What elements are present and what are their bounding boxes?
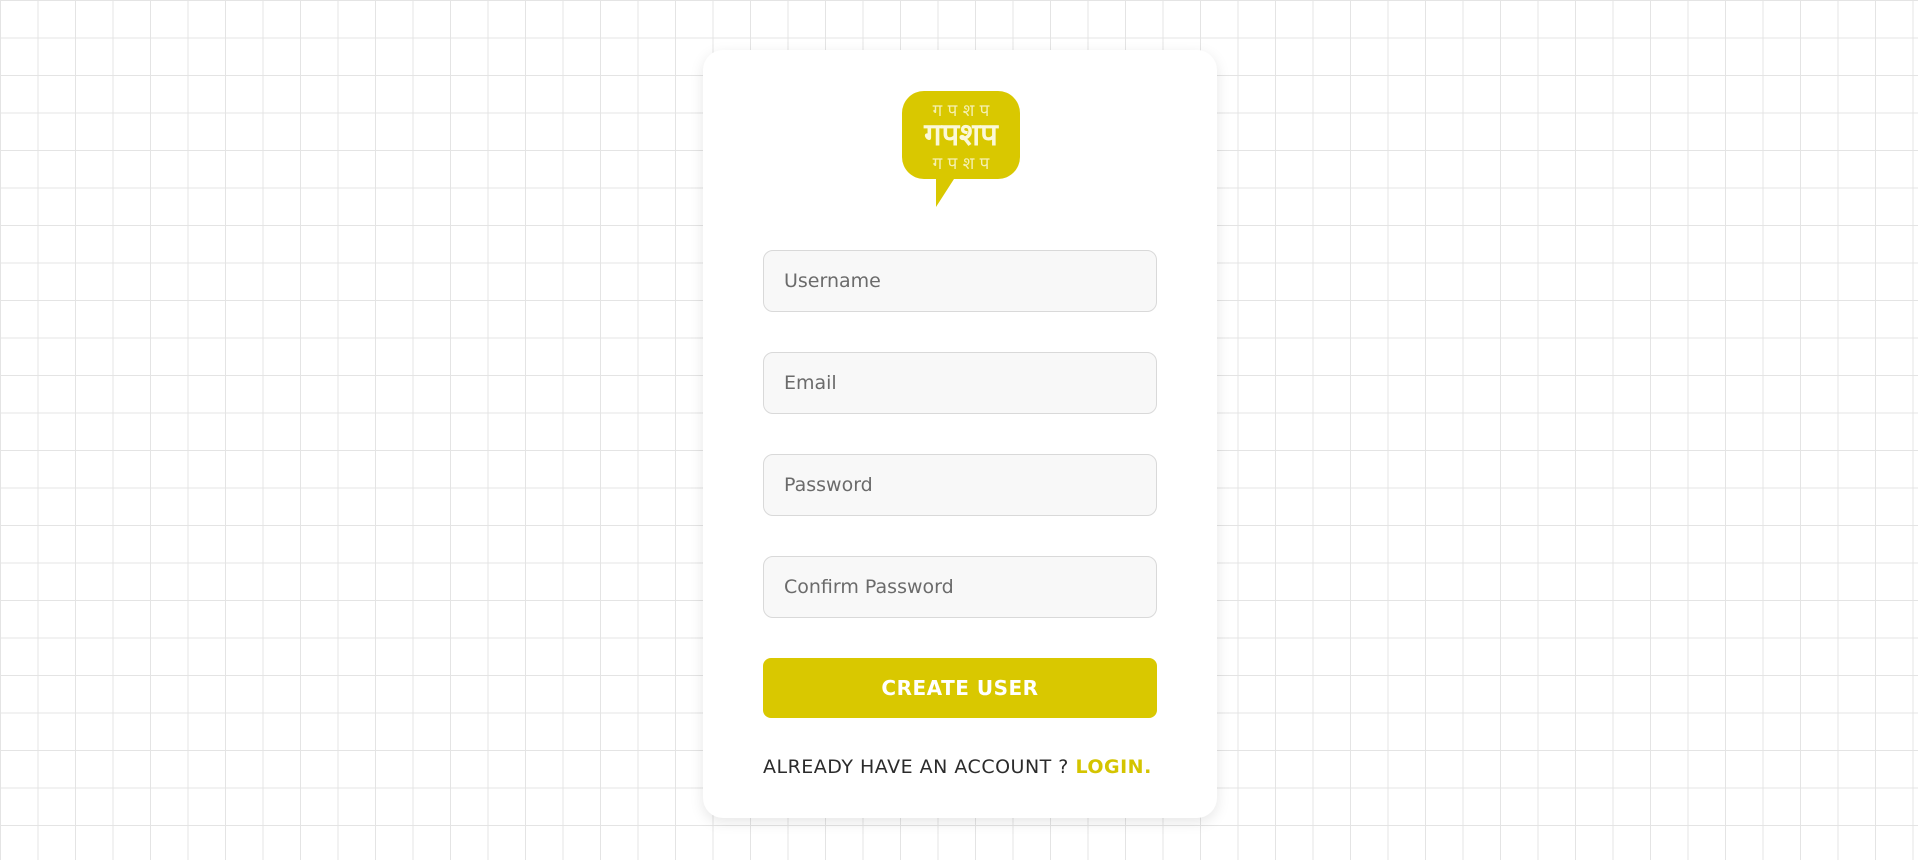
confirm-password-input[interactable] <box>763 556 1157 618</box>
login-prompt-text: ALREADY HAVE AN ACCOUNT ? <box>763 756 1076 778</box>
logo-text-bottom: ग प श प <box>933 154 990 174</box>
logo-text-main: गपशप <box>923 117 999 153</box>
login-prompt: ALREADY HAVE AN ACCOUNT ? LOGIN. <box>763 756 1157 778</box>
username-input[interactable] <box>763 250 1157 312</box>
login-link[interactable]: LOGIN. <box>1075 756 1151 778</box>
app-logo: ग प श प गपशप ग प श प <box>902 91 1020 207</box>
password-input[interactable] <box>763 454 1157 516</box>
email-input[interactable] <box>763 352 1157 414</box>
create-user-button[interactable]: CREATE USER <box>763 658 1157 718</box>
register-card: ग प श प गपशप ग प श प CREATE USER ALREADY… <box>703 50 1217 818</box>
